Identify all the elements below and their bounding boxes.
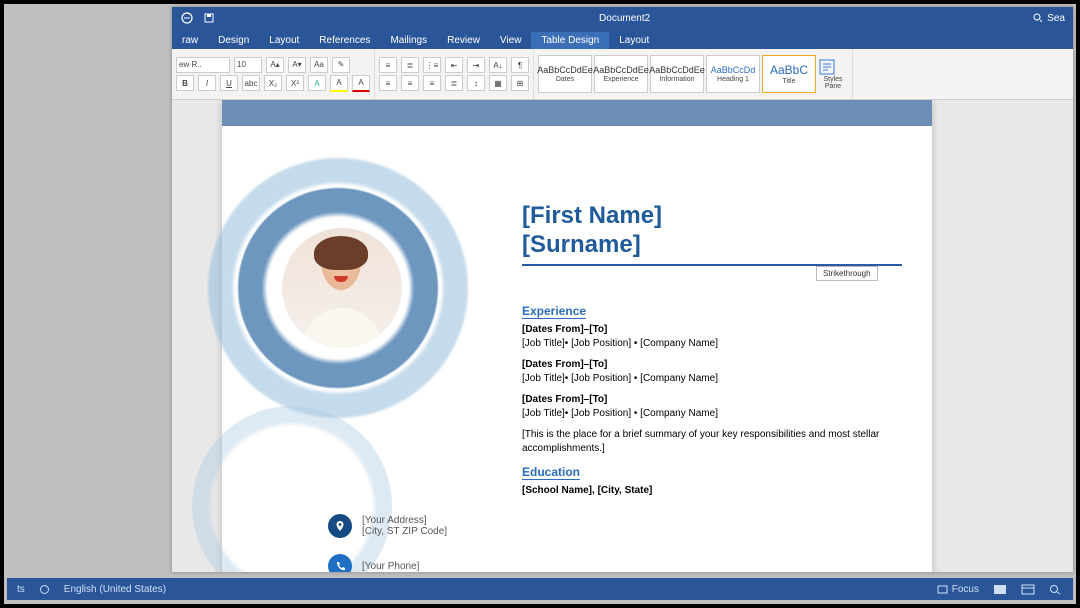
zoom-button[interactable] xyxy=(1049,584,1063,595)
indent-left-button[interactable]: ⇤ xyxy=(445,57,463,73)
location-pin-icon xyxy=(328,514,352,538)
highlight-button[interactable]: A xyxy=(330,75,348,92)
decorative-circles xyxy=(182,136,502,456)
tab-mailings[interactable]: Mailings xyxy=(380,32,437,49)
subscript-button[interactable]: X₂ xyxy=(264,75,282,91)
profile-photo[interactable] xyxy=(282,228,402,348)
word-window: Document2 Sea raw Design Layout Referenc… xyxy=(172,7,1073,572)
strikethrough-tooltip: Strikethrough xyxy=(816,266,878,281)
education-heading[interactable]: Education xyxy=(522,465,580,480)
style-title[interactable]: AaBbCTitle xyxy=(762,55,816,93)
experience-entry-3[interactable]: [Dates From]–[To] [Job Title]• [Job Posi… xyxy=(522,393,902,420)
autosave-icon[interactable] xyxy=(180,11,194,25)
phone-icon xyxy=(328,554,352,572)
borders-button[interactable]: ⊞ xyxy=(511,75,529,91)
page[interactable]: [First Name] [Surname] Strikethrough Exp… xyxy=(222,100,932,572)
page-header-bar xyxy=(222,100,932,126)
line-spacing-button[interactable]: ↕ xyxy=(467,75,485,91)
multilevel-button[interactable]: ⋮≡ xyxy=(423,57,441,73)
show-marks-button[interactable]: ¶ xyxy=(511,57,529,73)
screen: Document2 Sea raw Design Layout Referenc… xyxy=(0,0,1080,608)
name-heading[interactable]: [First Name] [Surname] xyxy=(522,202,662,260)
resume-body: [First Name] [Surname] Strikethrough Exp… xyxy=(222,126,932,182)
superscript-button[interactable]: X² xyxy=(286,75,304,91)
style-heading1[interactable]: AaBbCcDdHeading 1 xyxy=(706,55,760,93)
tab-view[interactable]: View xyxy=(490,32,532,49)
experience-entry-2[interactable]: [Dates From]–[To] [Job Title]• [Job Posi… xyxy=(522,358,902,385)
status-icon[interactable]: ts xyxy=(17,584,25,595)
bold-button[interactable]: B xyxy=(176,75,194,91)
font-name-select[interactable]: ew R.. xyxy=(176,57,230,73)
view-print-button[interactable] xyxy=(993,584,1007,595)
style-experience[interactable]: AaBbCcDdEeExperience xyxy=(594,55,648,93)
bullets-button[interactable]: ≡ xyxy=(379,57,397,73)
save-icon[interactable] xyxy=(202,11,216,25)
indent-right-button[interactable]: ⇥ xyxy=(467,57,485,73)
decrease-font-button[interactable]: A▾ xyxy=(288,57,306,73)
tab-design[interactable]: Design xyxy=(208,32,259,49)
text-effects-button[interactable]: A xyxy=(308,75,326,91)
desktop-background-left xyxy=(7,7,172,572)
experience-heading[interactable]: Experience xyxy=(522,304,586,319)
sort-button[interactable]: A↓ xyxy=(489,57,507,73)
underline-button[interactable]: U xyxy=(220,75,238,91)
surname[interactable]: [Surname] xyxy=(522,231,662,260)
ribbon-tabs: raw Design Layout References Mailings Re… xyxy=(172,29,1073,49)
align-center-button[interactable]: ≡ xyxy=(401,75,419,91)
focus-mode-button[interactable]: Focus xyxy=(937,584,979,595)
document-canvas[interactable]: [First Name] [Surname] Strikethrough Exp… xyxy=(172,100,1073,572)
tab-layout[interactable]: Layout xyxy=(259,32,309,49)
tab-references[interactable]: References xyxy=(309,32,380,49)
font-color-button[interactable]: A xyxy=(352,75,370,92)
search-icon[interactable] xyxy=(1033,13,1043,23)
phone-text: [Your Phone] xyxy=(362,561,419,572)
address-row[interactable]: [Your Address] [City, ST ZIP Code] xyxy=(328,514,447,538)
paragraph-group: ≡ ≣ ⋮≡ ⇤ ⇥ A↓ ¶ ≡ ≡ ≡ ≣ ↕ ▦ ⊞ xyxy=(375,49,534,99)
experience-summary[interactable]: [This is the place for a brief summary o… xyxy=(522,428,902,455)
styles-pane-button[interactable]: Styles Pane xyxy=(818,58,848,90)
main-column: Experience [Dates From]–[To] [Job Title]… xyxy=(522,304,902,506)
styles-group: AaBbCcDdEeDates AaBbCcDdEeExperience AaB… xyxy=(534,49,853,99)
align-left-button[interactable]: ≡ xyxy=(379,75,397,91)
view-web-button[interactable] xyxy=(1021,584,1035,595)
style-information[interactable]: AaBbCcDdEeInformation xyxy=(650,55,704,93)
experience-entry-1[interactable]: [Dates From]–[To] [Job Title]• [Job Posi… xyxy=(522,323,902,350)
education-entry[interactable]: [School Name], [City, State] xyxy=(522,484,902,498)
justify-button[interactable]: ≣ xyxy=(445,75,463,91)
shading-button[interactable]: ▦ xyxy=(489,75,507,91)
style-dates[interactable]: AaBbCcDdEeDates xyxy=(538,55,592,93)
change-case-button[interactable]: Aa xyxy=(310,57,328,73)
tab-table-design[interactable]: Table Design xyxy=(531,32,609,49)
address-line1: [Your Address] xyxy=(362,515,447,526)
strikethrough-button[interactable]: abc xyxy=(242,75,260,91)
language-label[interactable]: English (United States) xyxy=(64,584,166,595)
accessibility-icon[interactable] xyxy=(39,584,50,595)
first-name[interactable]: [First Name] xyxy=(522,202,662,231)
address-line2: [City, ST ZIP Code] xyxy=(362,526,447,537)
contact-column: [Your Address] [City, ST ZIP Code] [Your… xyxy=(328,514,447,572)
increase-font-button[interactable]: A▴ xyxy=(266,57,284,73)
document-title: Document2 xyxy=(216,13,1033,24)
ribbon: ew R.. 10 A▴ A▾ Aa ✎ B I U abc X₂ X² A A… xyxy=(172,49,1073,100)
status-bar: ts English (United States) Focus xyxy=(7,578,1073,600)
title-bar: Document2 Sea xyxy=(172,7,1073,29)
numbering-button[interactable]: ≣ xyxy=(401,57,419,73)
font-group: ew R.. 10 A▴ A▾ Aa ✎ B I U abc X₂ X² A A… xyxy=(172,49,375,99)
italic-button[interactable]: I xyxy=(198,75,216,91)
tab-review[interactable]: Review xyxy=(437,32,490,49)
clear-format-button[interactable]: ✎ xyxy=(332,57,350,73)
search-label[interactable]: Sea xyxy=(1047,13,1065,24)
tab-draw[interactable]: raw xyxy=(172,32,208,49)
tab-table-layout[interactable]: Layout xyxy=(609,32,659,49)
align-right-button[interactable]: ≡ xyxy=(423,75,441,91)
phone-row[interactable]: [Your Phone] xyxy=(328,554,447,572)
font-size-select[interactable]: 10 xyxy=(234,57,262,73)
